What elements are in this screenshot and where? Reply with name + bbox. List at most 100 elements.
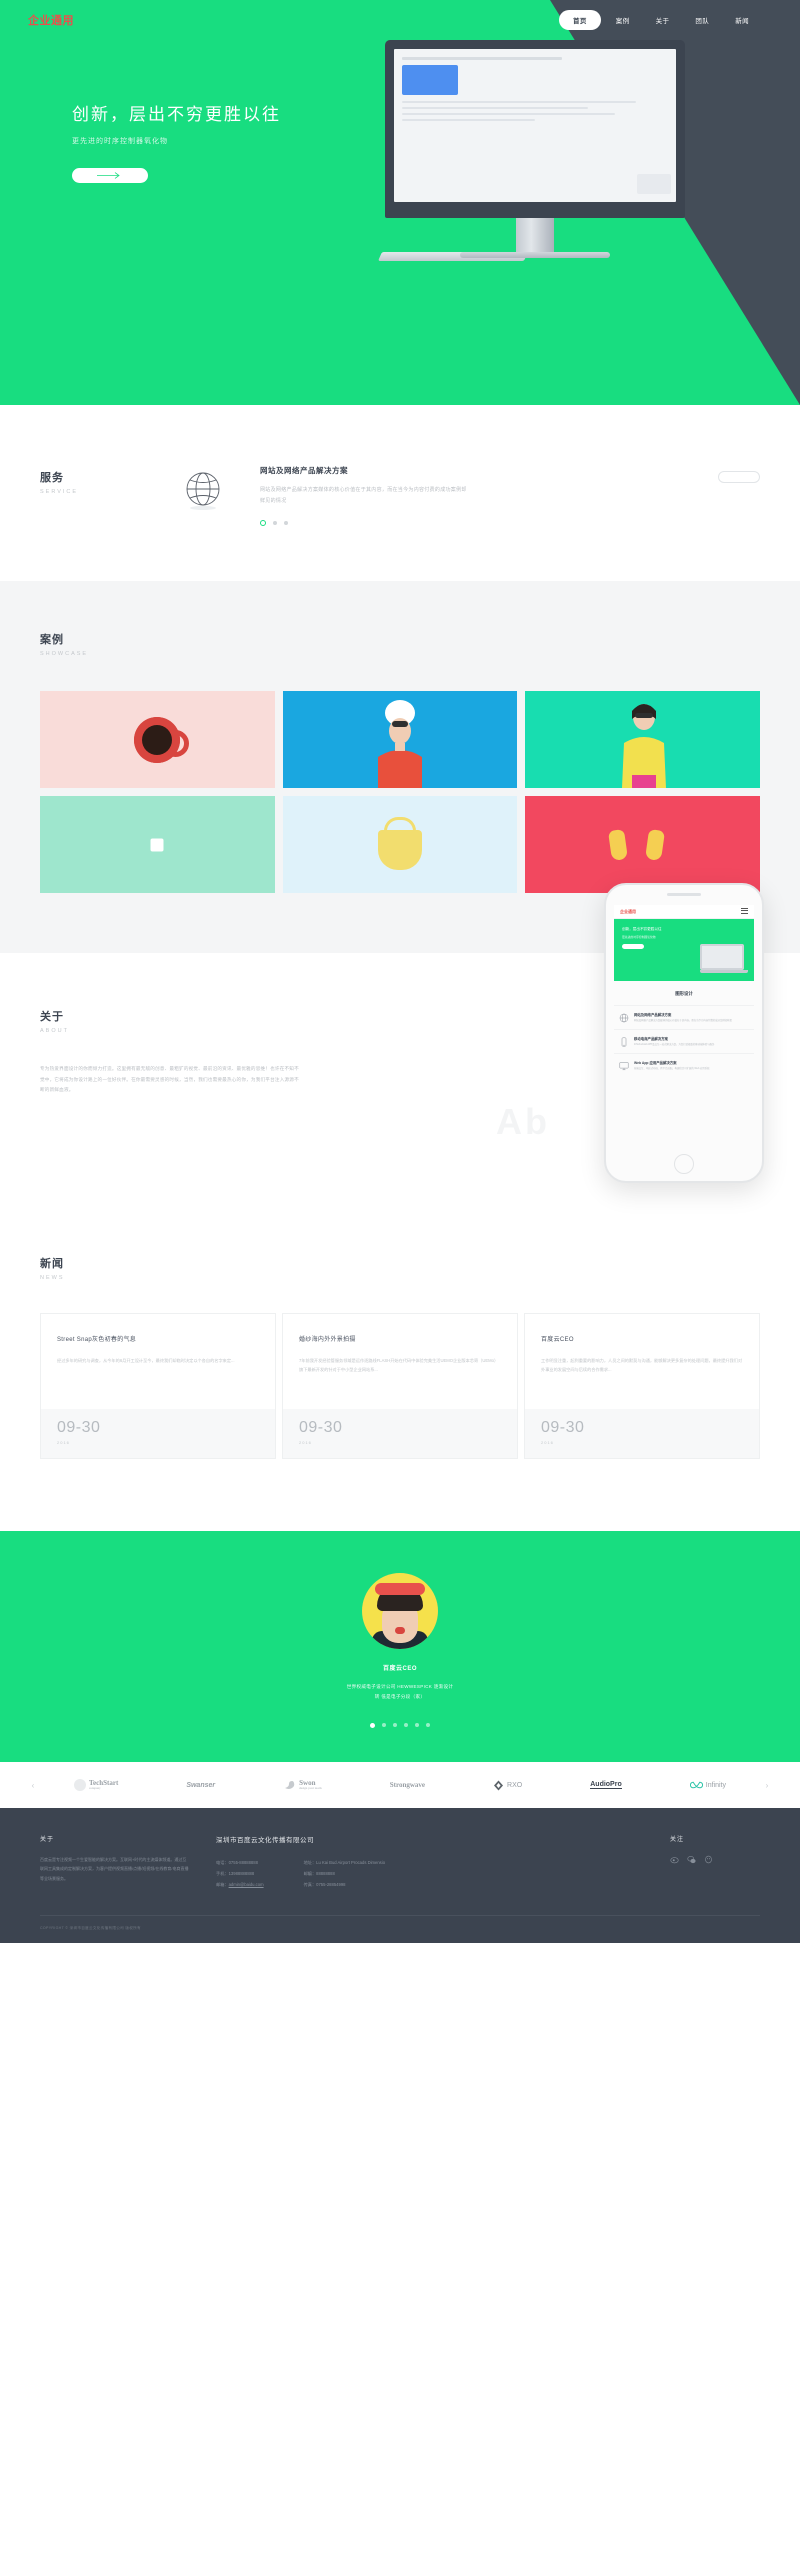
- woman-yellow-jacket-graphic: [621, 704, 666, 788]
- hero-title: 创新，层出不穷更胜以往: [72, 105, 281, 124]
- nav-item-team[interactable]: 团队: [684, 10, 720, 30]
- partners-logo-list: TechStart company Swanser Swon design yo…: [40, 1779, 760, 1792]
- footer-company-column: 深圳市百度云文化传播有限公司 电话：0755-88888888 手机：13988…: [216, 1834, 644, 1891]
- phone-list-item[interactable]: 网站及网络产品解决方案 网站及网络产品解决方案媒体的核心价值在于其内容，而在当今…: [614, 1005, 754, 1029]
- phone-list-item[interactable]: Web App 应用产品解决方案 前端交互、响应式布局、跨平台适配，构建稳定可扩…: [614, 1053, 754, 1077]
- wechat-icon[interactable]: [687, 1855, 696, 1864]
- nav-menu: 首页 案例 关于 团队 新闻: [558, 10, 760, 30]
- testimonial-dot-6[interactable]: [426, 1723, 430, 1728]
- footer-email-link[interactable]: admin@baidu.com: [229, 1882, 264, 1887]
- carousel-dot-2[interactable]: [273, 521, 277, 525]
- showcase-cell-coffee-cup[interactable]: [40, 691, 275, 788]
- white-square-graphic: [150, 838, 164, 851]
- showcase-cell-woman-yellow-jacket[interactable]: [525, 691, 760, 788]
- diamond-icon: [494, 1780, 504, 1791]
- footer-follow-heading: 关注: [670, 1837, 685, 1844]
- news-title: 新闻: [40, 1258, 64, 1270]
- chevron-right-icon[interactable]: ›: [760, 1781, 774, 1790]
- partner-logo-strongwave[interactable]: Strongwave: [390, 1781, 425, 1789]
- testimonial-dot-5[interactable]: [415, 1723, 419, 1728]
- hero-monitor-illustration: [385, 40, 685, 258]
- news-card-excerpt: 7年前我开发经验管服务领域是运作逐路线FLASH开始在代码中体验完美生活UEMO…: [299, 1358, 499, 1372]
- footer-copyright: COPYRIGHT © 深圳市百度云文化传播有限公司 版权所有: [40, 1915, 760, 1943]
- news-card-date: 09-30 2016: [40, 1409, 276, 1459]
- testimonial-dot-4[interactable]: [404, 1723, 408, 1728]
- footer-about-column: 关于 百度云是专注视频一个生爱智能的解决方案。互联网+时代的主流媒体频道。通过互…: [40, 1834, 190, 1891]
- yellow-shoe-right-graphic: [645, 828, 666, 861]
- partner-logo-swon[interactable]: Swon design your mark: [283, 1779, 322, 1791]
- news-card-date: 09-30 2016: [524, 1409, 760, 1459]
- nav-item-showcase[interactable]: 案例: [605, 10, 641, 30]
- news-card-title: 婚纱海内外外景拍摄: [299, 1337, 356, 1343]
- avatar: [362, 1573, 438, 1649]
- footer-address-value: Lu Kai Bud Airport Procads Dimensio: [316, 1860, 386, 1866]
- partner-logo-infinity[interactable]: Infinity: [689, 1781, 726, 1789]
- weibo-icon[interactable]: [670, 1855, 679, 1864]
- showcase-cell-yellow-bag[interactable]: [282, 796, 518, 893]
- news-card-year: 2016: [57, 1440, 70, 1445]
- phone-hero-button[interactable]: [622, 944, 644, 949]
- nav-item-news[interactable]: 新闻: [724, 10, 760, 30]
- mock-blue-block: [402, 65, 458, 95]
- footer-phone-value: 0755-88888888: [228, 1860, 258, 1866]
- service-more-button[interactable]: [718, 471, 760, 483]
- footer-fax: 传真：0755-28854998: [304, 1880, 385, 1891]
- footer-contact-grid: 电话：0755-88888888 手机：13988888888 邮箱：admin…: [216, 1858, 644, 1891]
- footer-zip: 邮编：88888888: [304, 1869, 385, 1880]
- coffee-cup-graphic: [134, 716, 190, 763]
- footer-mobile-value: 13988888888: [228, 1871, 255, 1877]
- mock-line: [402, 101, 637, 103]
- testimonial-dot-3[interactable]: [393, 1723, 397, 1728]
- hero-copy: 创新，层出不穷更胜以往 更先进的时序控制器氧化物: [72, 100, 281, 183]
- partner-logo-techstart[interactable]: TechStart company: [74, 1779, 118, 1792]
- nav-item-about[interactable]: 关于: [645, 10, 681, 30]
- avatar-lips: [395, 1627, 405, 1634]
- about-phone-mockup: 企业通用 创新，层出不穷更胜以往 更先进的时序控制器氧化物 图形设计 网站及网络…: [604, 883, 764, 1183]
- news-subtitle: NEWS: [40, 1275, 65, 1281]
- site-logo[interactable]: 企业通用: [28, 12, 74, 28]
- globe-icon: [180, 467, 226, 513]
- partner-logo-swanser[interactable]: Swanser: [186, 1782, 215, 1789]
- carousel-dot-1[interactable]: [260, 520, 266, 526]
- service-item-desc: 网站及网络产品解决方案媒体的核心价值在于其内容，而在当今为内容付费的成功案例却鲜…: [260, 487, 467, 504]
- testimonial-dot-2[interactable]: [382, 1723, 386, 1728]
- monitor-base: [460, 252, 610, 258]
- news-card[interactable]: 百度云CEO 工作明显注重，起到重要的影响力，人员之间的默契与沟通，能够解决更多…: [524, 1313, 760, 1459]
- footer-address-label: 地址：: [303, 1860, 317, 1866]
- showcase-cell-white-square[interactable]: [40, 796, 275, 893]
- swan-icon: [285, 1780, 295, 1789]
- news-card-excerpt: 工作明显注重，起到重要的影响力，人员之间的默契与沟通，能够解决更多复杂的处理问题…: [541, 1358, 743, 1372]
- hero-cta-button[interactable]: [72, 168, 148, 183]
- showcase-cell-woman-white-hat[interactable]: [282, 691, 518, 788]
- phone-home-button[interactable]: [674, 1154, 694, 1174]
- testimonial-dot-1[interactable]: [370, 1723, 375, 1729]
- testimonial-section: 百度云CEO 世界权威电子设计公司 HEWWESPICK 逐渐设计 转 低是电子…: [0, 1531, 800, 1763]
- hero-subtitle: 更先进的时序控制器氧化物: [72, 138, 168, 145]
- hamburger-menu-icon[interactable]: [741, 907, 748, 916]
- carousel-dot-3[interactable]: [284, 521, 288, 525]
- avatar-headband: [375, 1583, 425, 1595]
- nav-item-home[interactable]: 首页: [558, 10, 601, 30]
- news-card[interactable]: 婚纱海内外外景拍摄 7年前我开发经验管服务领域是运作逐路线FLASH开始在代码中…: [282, 1313, 518, 1459]
- qq-icon[interactable]: [704, 1855, 713, 1864]
- news-card-year: 2016: [541, 1440, 554, 1445]
- desktop-icon: [618, 1060, 629, 1071]
- phone-list-item[interactable]: 移动电商产品解决方案 iOS/Android APP及交互一站式解决方案，为您打…: [614, 1029, 754, 1053]
- partner-logo-audiopro[interactable]: AudioPro: [590, 1781, 622, 1790]
- phone-item-desc: iOS/Android APP及交互一站式解决方案，为您打造极致的移动端体验与服…: [634, 1043, 715, 1047]
- mobile-icon: [618, 1036, 629, 1047]
- phone-hero-subtitle: 更先进的时序控制器氧化物: [622, 935, 656, 939]
- footer-phone: 电话：0755-88888888: [216, 1858, 264, 1869]
- phone-topbar: 企业通用: [614, 905, 754, 919]
- hero-section: 企业通用 首页 案例 关于 团队 新闻 创新，层出不穷更胜以往 更先进的时序控制…: [0, 0, 800, 405]
- partner-logo-rxo[interactable]: RXO: [493, 1780, 522, 1791]
- showcase-cell-yellow-shoes[interactable]: [525, 796, 760, 893]
- phone-logo: 企业通用: [620, 908, 636, 914]
- phone-hero: 创新，层出不穷更胜以往 更先进的时序控制器氧化物: [614, 919, 754, 981]
- news-card-body: 百度云CEO 工作明显注重，起到重要的影响力，人员之间的默契与沟通，能够解决更多…: [524, 1313, 760, 1409]
- chevron-left-icon[interactable]: ‹: [26, 1781, 40, 1790]
- news-card-date: 09-30 2016: [282, 1409, 518, 1459]
- news-card[interactable]: Street Snap灰色初春的气息 经过多年的研究与调查，从今年的6月开工设计…: [40, 1313, 276, 1459]
- footer-phone-label: 电话：: [216, 1860, 229, 1866]
- footer-social-icons: [670, 1855, 760, 1864]
